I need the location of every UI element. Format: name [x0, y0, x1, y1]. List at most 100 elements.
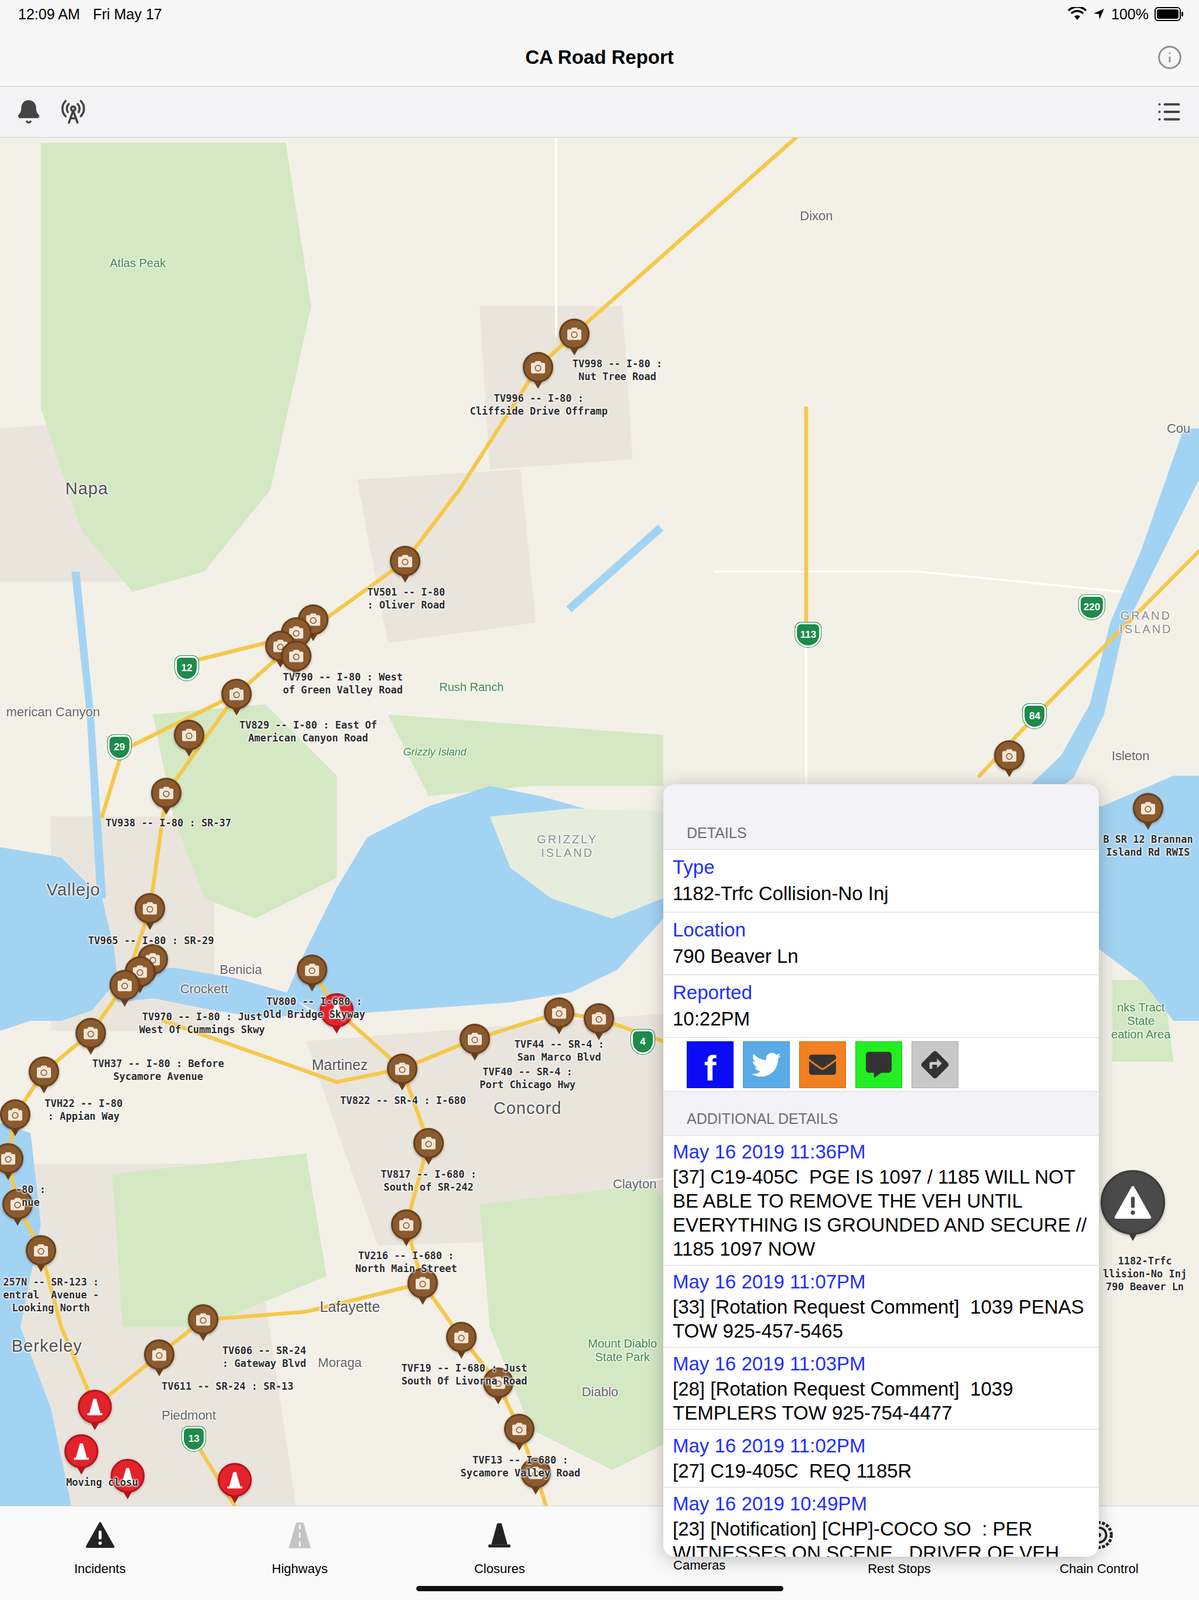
mail-button[interactable]	[799, 1040, 846, 1088]
camera-icon	[1002, 748, 1017, 763]
camera-pin[interactable]	[391, 1208, 422, 1240]
entry-time: May 16 2019 10:49PM	[672, 1490, 1090, 1517]
incident-pin[interactable]	[1100, 1169, 1166, 1235]
place-label: merican Canyon	[6, 704, 101, 720]
camera-pin[interactable]	[221, 678, 252, 709]
camera-pin[interactable]	[389, 545, 421, 577]
camera-pin[interactable]	[559, 318, 590, 349]
detail-value: 10:22PM	[672, 1005, 1090, 1033]
camera-pin[interactable]	[75, 1017, 106, 1048]
app-screen: 12:09 AMFri May 17100%CA Road ReportDixo…	[0, 0, 1199, 1600]
tab-label: Rest Stops	[867, 1560, 931, 1577]
antenna-icon[interactable]	[60, 98, 87, 125]
camera-pin[interactable]	[583, 1002, 615, 1034]
battery-icon	[1154, 7, 1184, 22]
tab-label: Incidents	[74, 1560, 126, 1577]
camera-icon	[159, 785, 174, 800]
battery-percent: 100%	[1111, 5, 1149, 23]
closure-pin[interactable]	[217, 1462, 252, 1497]
camera-pin[interactable]	[109, 969, 140, 1000]
camera-icon	[83, 1025, 98, 1040]
status-time: 12:09 AM	[18, 5, 81, 23]
camera-pin[interactable]	[173, 719, 205, 750]
camera-pin[interactable]	[413, 1127, 444, 1159]
camera-icon	[591, 1011, 606, 1026]
camera-pin[interactable]	[0, 1098, 31, 1130]
camera-label: TV790 -- I-80 : West of Green Valley Roa…	[282, 670, 403, 697]
camera-pin[interactable]	[28, 1056, 60, 1087]
camera-pin[interactable]	[1132, 792, 1164, 824]
camera-icon	[531, 360, 546, 375]
warning-icon	[85, 1519, 115, 1550]
camera-pin[interactable]	[296, 954, 328, 985]
route-shield: 29	[107, 734, 132, 760]
tab-item[interactable]: Highways	[199, 1505, 400, 1577]
nav-bar: CA Road Report	[0, 28, 1199, 87]
detail-entry: May 16 2019 10:49PM[23] [Notification] […	[663, 1487, 1099, 1557]
cone-icon	[484, 1519, 515, 1550]
camera-pin[interactable]	[386, 1053, 418, 1084]
camera-pin[interactable]	[446, 1321, 477, 1352]
place-label: Grizzly Island	[402, 745, 467, 759]
detail-entry: May 16 2019 11:07PM[33] [Rotation Reques…	[663, 1265, 1099, 1348]
entry-text: [33] [Rotation Request Comment] 1039 PEN…	[672, 1294, 1090, 1343]
camera-pin[interactable]	[543, 997, 575, 1028]
message-button[interactable]	[855, 1040, 903, 1088]
list-icon[interactable]	[1156, 98, 1183, 125]
camera-icon	[552, 1005, 567, 1020]
twitter-icon	[751, 1049, 781, 1079]
detail-row: Type1182-Trfc Collision-No Inj	[663, 849, 1099, 913]
camera-icon	[395, 1061, 410, 1076]
camera-pin[interactable]	[994, 740, 1025, 771]
section-header: DETAILS	[663, 783, 1099, 850]
tab-item[interactable]: Incidents	[0, 1505, 200, 1577]
closure-pin[interactable]	[77, 1389, 112, 1424]
place-label: Berkeley	[11, 1335, 83, 1356]
info-icon[interactable]	[1156, 44, 1183, 71]
directions-button[interactable]	[911, 1040, 959, 1088]
camera-pin[interactable]	[522, 351, 554, 383]
mail-icon	[809, 1050, 837, 1078]
camera-pin[interactable]	[144, 1338, 175, 1370]
detail-entry: May 16 2019 11:02PM[27] C19-405C REQ 118…	[663, 1429, 1099, 1488]
place-label: Atlas Peak	[109, 256, 166, 270]
share-row: f	[663, 1037, 1099, 1092]
camera-pin[interactable]	[134, 892, 166, 924]
entry-text: [37] C19-405C PGE IS 1097 / 1185 WILL NO…	[672, 1164, 1090, 1261]
route-shield: 113	[795, 622, 821, 647]
camera-pin[interactable]	[459, 1023, 491, 1054]
place-label: Lafayette	[319, 1297, 380, 1315]
home-indicator[interactable]	[416, 1585, 784, 1591]
place-label: Piedmont	[161, 1408, 217, 1423]
cone-icon	[224, 1469, 245, 1490]
tab-label: Highways	[271, 1560, 328, 1577]
status-bar: 12:09 AMFri May 17100%	[0, 0, 1199, 29]
home-area	[0, 1576, 1199, 1600]
camera-pin[interactable]	[504, 1413, 535, 1444]
tab-item[interactable]: Closures	[399, 1505, 600, 1577]
facebook-button[interactable]: f	[686, 1040, 734, 1088]
wifi-icon	[1067, 7, 1087, 22]
camera-label: TVF19 -- I-680 : Just South Of Livorna R…	[401, 1361, 528, 1387]
bell-icon[interactable]	[15, 98, 42, 125]
camera-pin[interactable]	[25, 1234, 57, 1266]
entry-text: [28] [Rotation Request Comment] 1039 TEM…	[672, 1376, 1090, 1425]
camera-label: TV611 -- SR-24 : SR-13	[161, 1379, 294, 1393]
camera-pin[interactable]	[151, 777, 182, 808]
place-label: Diablo	[581, 1384, 619, 1399]
additional-details-list[interactable]: May 16 2019 11:36PM[37] C19-405C PGE IS …	[663, 1135, 1099, 1557]
camera-icon	[289, 648, 304, 663]
camera-icon	[567, 326, 582, 341]
route-shield: 12	[175, 655, 199, 681]
place-label: Mount Diablo State Park	[587, 1336, 657, 1364]
camera-pin[interactable]	[187, 1303, 219, 1335]
detail-value: 1182-Trfc Collision-No Inj	[672, 879, 1090, 907]
camera-icon	[512, 1421, 527, 1436]
camera-icon	[33, 1242, 49, 1257]
detail-row: Location790 Beaver Ln	[663, 912, 1099, 975]
camera-pin[interactable]	[281, 640, 312, 671]
place-label: Rush Ranch	[439, 679, 504, 694]
highway-icon	[285, 1519, 315, 1550]
tab-label: Chain Control	[1059, 1560, 1139, 1577]
twitter-button[interactable]	[742, 1040, 790, 1088]
